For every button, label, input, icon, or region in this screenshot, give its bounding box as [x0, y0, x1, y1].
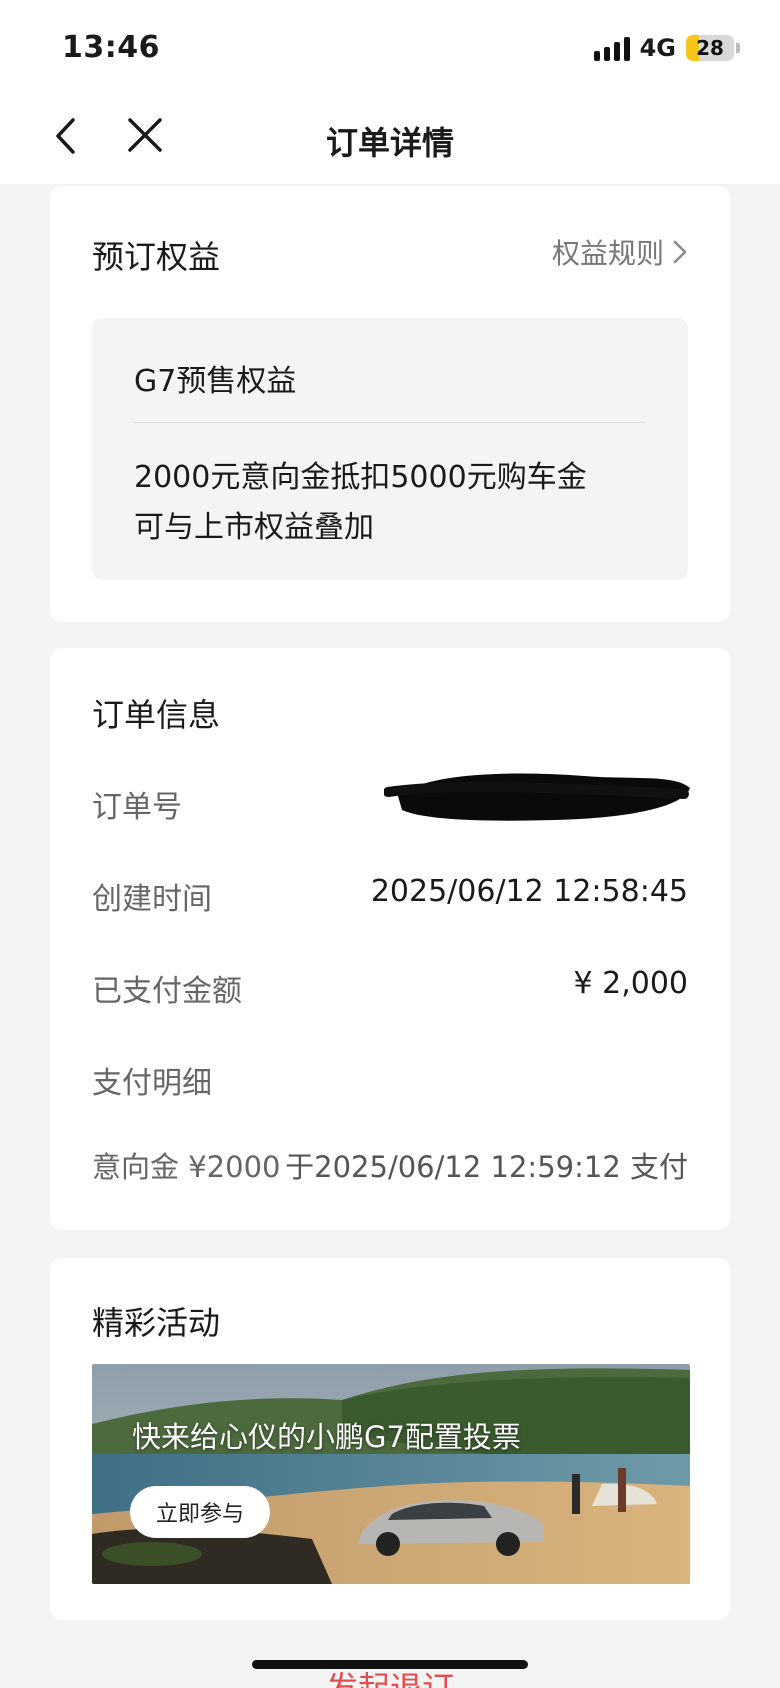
benefits-title: 预订权益 — [92, 238, 221, 276]
join-now-button[interactable]: 立即参与 — [130, 1486, 270, 1538]
created-time-label: 创建时间 — [92, 882, 212, 917]
paid-amount-value: ¥ 2,000 — [573, 966, 688, 1001]
activity-banner[interactable]: 快来给心仪的小鹏G7配置投票 立即参与 — [92, 1364, 690, 1584]
activity-card: 精彩活动 快来给心仪的小鹏G7配置投票 立即参与 — [50, 1258, 730, 1620]
status-bar: 13:46 4G 28 — [0, 0, 780, 96]
cancel-order-button[interactable]: 发起退订 — [0, 1670, 780, 1688]
status-indicators: 4G 28 — [593, 34, 740, 62]
nav-bar: 订单详情 — [0, 96, 780, 184]
benefits-card: 预订权益 权益规则 G7预售权益 2000元意向金抵扣5000元购车金 可与上市… — [50, 186, 730, 622]
chevron-right-icon — [673, 240, 687, 264]
benefit-rules-label: 权益规则 — [551, 237, 664, 270]
home-indicator — [252, 1660, 528, 1669]
benefit-line-2: 可与上市权益叠加 — [134, 510, 374, 545]
payment-detail-label: 支付明细 — [92, 1066, 212, 1101]
benefit-box: G7预售权益 2000元意向金抵扣5000元购车金 可与上市权益叠加 — [92, 318, 688, 580]
activity-title: 精彩活动 — [92, 1304, 221, 1342]
benefit-divider — [134, 422, 646, 423]
battery-cap — [736, 43, 740, 53]
created-time-value: 2025/06/12 12:58:45 — [370, 874, 688, 909]
order-number-label: 订单号 — [92, 790, 182, 825]
deposit-paid-time: 于2025/06/12 12:59:12 支付 — [285, 1150, 688, 1184]
banner-image — [92, 1364, 690, 1584]
benefit-line-1: 2000元意向金抵扣5000元购车金 — [134, 460, 587, 495]
deposit-label: 意向金 ¥2000 — [92, 1150, 281, 1184]
banner-headline: 快来给心仪的小鹏G7配置投票 — [132, 1420, 521, 1454]
order-info-card: 订单信息 订单号 创建时间 2025/06/12 12:58:45 已支付金额 … — [50, 648, 730, 1230]
network-type: 4G — [639, 34, 676, 62]
signal-icon — [593, 35, 630, 61]
battery-icon: 28 — [686, 35, 734, 61]
status-time: 13:46 — [62, 30, 160, 65]
paid-amount-label: 已支付金额 — [92, 974, 242, 1009]
order-info-title: 订单信息 — [92, 696, 221, 734]
redaction-scribble — [384, 773, 690, 821]
benefit-rules-link[interactable]: 权益规则 — [552, 232, 688, 272]
page-title: 订单详情 — [325, 124, 454, 162]
benefit-name: G7预售权益 — [134, 364, 297, 399]
battery-percent: 28 — [696, 36, 724, 60]
